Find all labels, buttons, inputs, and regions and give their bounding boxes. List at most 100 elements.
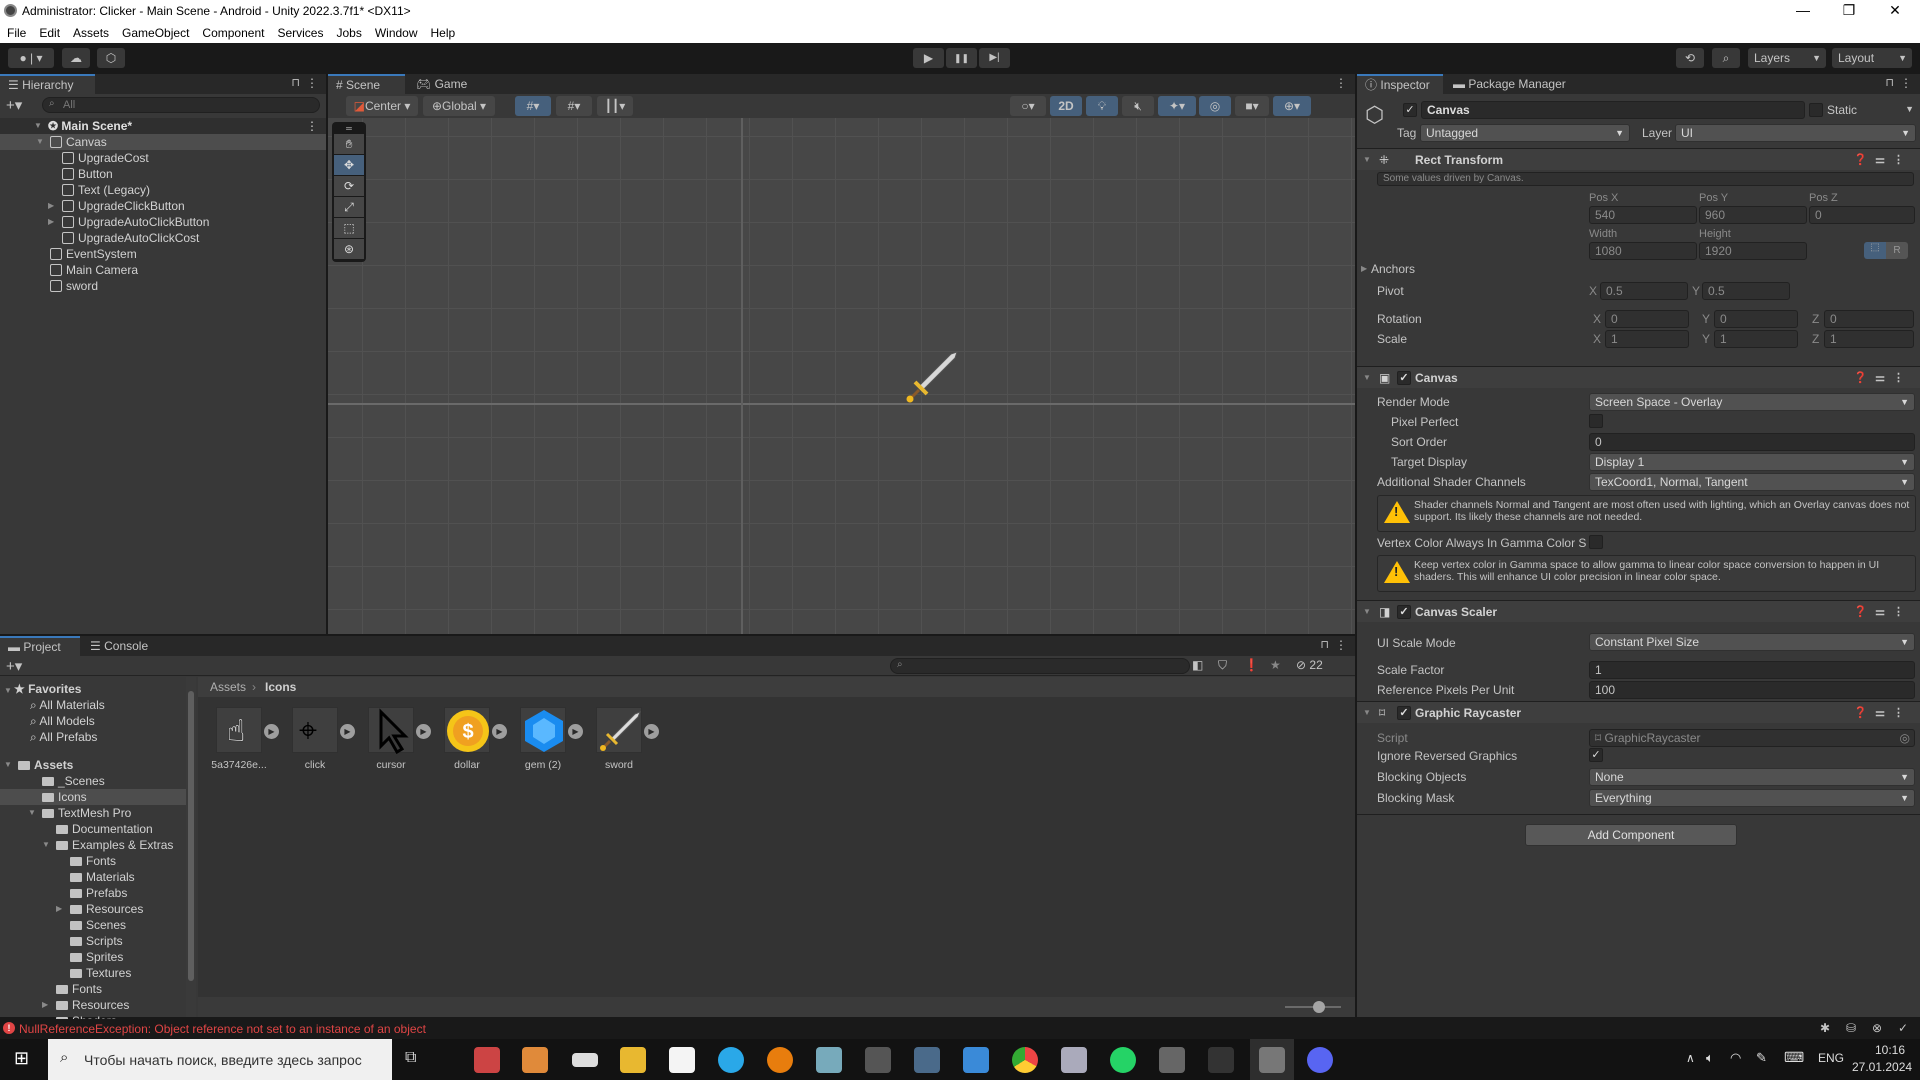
menu-edit[interactable]: Edit xyxy=(32,22,66,40)
canvas-enabled-checkbox[interactable]: ✓ xyxy=(1397,371,1411,385)
blocking-mask-dropdown[interactable]: Everything ▼ xyxy=(1589,789,1915,807)
tab-scene[interactable]: # Scene xyxy=(328,74,405,94)
rotation-y-field[interactable]: 0 xyxy=(1714,310,1798,328)
windows-start-icon[interactable]: ⊞ xyxy=(14,1048,29,1069)
asset-item[interactable]: ▶ cursor xyxy=(362,707,431,771)
object-name-input[interactable]: Canvas xyxy=(1421,101,1805,119)
calculator-icon[interactable] xyxy=(914,1047,940,1073)
play-button[interactable]: ▶ xyxy=(913,48,944,68)
blender-icon[interactable] xyxy=(767,1047,793,1073)
effects-dropdown[interactable]: ✦▾ xyxy=(1158,96,1196,116)
scene-row[interactable]: ▼ ✪ Main Scene* ⋮ xyxy=(0,118,326,134)
shader-channels-dropdown[interactable]: TexCoord1, Normal, Tangent ▼ xyxy=(1589,473,1915,491)
project-search-input[interactable]: ⌕ xyxy=(890,658,1190,674)
canvas-component-header[interactable]: ▼ ▣ ✓ Canvas ❓⚌⋮ xyxy=(1357,366,1920,388)
height-field[interactable]: 1920 xyxy=(1699,242,1807,260)
pos-z-field[interactable]: 0 xyxy=(1809,206,1915,224)
object-picker-icon[interactable]: ◎ xyxy=(1900,730,1910,746)
scale-factor-field[interactable]: 1 xyxy=(1589,661,1915,679)
asset-item[interactable]: ▶ gem (2) xyxy=(514,707,583,771)
asset-item[interactable]: ☝︎ ▶ 5a37426e... xyxy=(210,707,279,771)
expand-arrow-icon[interactable]: ▼ xyxy=(4,757,14,773)
account-button[interactable]: ● | ▾ xyxy=(8,48,54,68)
transform-tool-button[interactable]: ⊛ xyxy=(334,239,364,259)
maximize-button[interactable]: ❐ xyxy=(1826,0,1872,22)
notepad-icon[interactable] xyxy=(816,1047,842,1073)
pause-button[interactable]: ❚❚ xyxy=(946,48,977,68)
expand-sprite-button[interactable]: ▶ xyxy=(340,724,355,739)
folder-tree-item[interactable]: Documentation xyxy=(0,821,186,837)
cloud-button[interactable]: ☁ xyxy=(62,48,90,68)
collab-button[interactable]: ⬡ xyxy=(97,48,125,68)
expand-arrow-icon[interactable]: ▶ xyxy=(48,198,58,214)
menu-component[interactable]: Component xyxy=(195,22,270,40)
menu-jobs[interactable]: Jobs xyxy=(329,22,367,40)
draw-mode-dropdown[interactable]: ○▾ xyxy=(1010,96,1046,116)
ruler-dropdown[interactable]: ┃┃▾ xyxy=(597,96,633,116)
microsoft-store-icon[interactable] xyxy=(669,1047,695,1073)
sort-order-field[interactable]: 0 xyxy=(1589,433,1915,451)
layer-dropdown[interactable]: UI ▼ xyxy=(1675,124,1916,142)
reference-ppu-field[interactable]: 100 xyxy=(1589,681,1915,699)
search-by-type-icon[interactable]: ◧ xyxy=(1192,658,1203,672)
cache-server-icon[interactable]: ⛁ xyxy=(1846,1021,1856,1035)
pen-icon[interactable]: ✎ xyxy=(1756,1050,1767,1066)
snap-increment-dropdown[interactable]: #▾ xyxy=(556,96,592,116)
gizmos-dropdown[interactable]: ⊕▾ xyxy=(1273,96,1311,116)
raycaster-enabled-checkbox[interactable]: ✓ xyxy=(1397,706,1411,720)
tab-package-manager[interactable]: ▬ Package Manager xyxy=(1445,74,1574,94)
snipping-tool-icon[interactable] xyxy=(474,1047,500,1073)
pivot-x-field[interactable]: 0.5 xyxy=(1600,282,1688,300)
folder-tree-item[interactable]: ▶ Resources xyxy=(0,997,186,1013)
hierarchy-item[interactable]: ▼ Canvas xyxy=(0,134,326,150)
asset-item[interactable]: ⌖ ▶ click xyxy=(286,707,355,771)
expand-sprite-button[interactable]: ▶ xyxy=(568,724,583,739)
log-types-icon[interactable]: ❗ xyxy=(1244,658,1259,672)
component-header-icons[interactable]: ❓⚌⋮ xyxy=(1853,702,1912,724)
anchors-foldout-icon[interactable]: ▶ xyxy=(1361,264,1367,273)
graphic-raycaster-header[interactable]: ▼ ⌑ ✓ Graphic Raycaster ❓⚌⋮ xyxy=(1357,701,1920,723)
rotation-x-field[interactable]: 0 xyxy=(1605,310,1689,328)
progress-icon[interactable]: ⊗ xyxy=(1872,1021,1882,1035)
scale-x-field[interactable]: 1 xyxy=(1605,330,1689,348)
expand-arrow-icon[interactable]: ▼ xyxy=(34,118,44,134)
folder-tree-item[interactable]: Fonts xyxy=(0,981,186,997)
breadcrumb-assets[interactable]: Assets xyxy=(210,680,246,694)
folder-tree-item[interactable]: Scenes xyxy=(0,917,186,933)
tab-inspector[interactable]: ⓘ Inspector xyxy=(1357,74,1443,94)
scale-z-field[interactable]: 1 xyxy=(1824,330,1914,348)
expand-arrow-icon[interactable]: ▼ xyxy=(36,134,46,150)
audio-toggle[interactable]: 🔇︎ xyxy=(1122,96,1154,116)
hierarchy-item[interactable]: Button xyxy=(0,166,326,182)
expand-sprite-button[interactable]: ▶ xyxy=(492,724,507,739)
scale-tool-button[interactable]: ⤢ xyxy=(334,197,364,217)
folder-tree-item[interactable]: ▼ Assets xyxy=(0,757,186,773)
expand-arrow-icon[interactable]: ▶ xyxy=(56,901,66,917)
folder-tree-item[interactable]: ▼ Examples & Extras xyxy=(0,837,186,853)
folder-tree-item[interactable]: _Scenes xyxy=(0,773,186,789)
target-display-dropdown[interactable]: Display 1 ▼ xyxy=(1589,453,1915,471)
pos-x-field[interactable]: 540 xyxy=(1589,206,1697,224)
lock-icon[interactable]: ⊓ xyxy=(1320,638,1329,651)
favorite-search-item[interactable]: ⌕ All Prefabs xyxy=(30,729,97,745)
folder-tree-item[interactable]: Sprites xyxy=(0,949,186,965)
menu-gameobject[interactable]: GameObject xyxy=(115,22,195,40)
folder-tree-item[interactable]: Scripts xyxy=(0,933,186,949)
asset-item[interactable]: $ ▶ dollar xyxy=(438,707,507,771)
hierarchy-item[interactable]: ▶ UpgradeAutoClickButton xyxy=(0,214,326,230)
layout-dropdown[interactable]: Layout ▼ xyxy=(1832,48,1912,68)
menu-file[interactable]: File xyxy=(0,22,32,40)
scrollbar-thumb[interactable] xyxy=(188,691,194,981)
tree-scrollbar[interactable] xyxy=(186,677,196,1017)
discord-icon[interactable] xyxy=(1307,1047,1333,1073)
expand-arrow-icon[interactable]: ▶ xyxy=(48,214,58,230)
hierarchy-item[interactable]: sword xyxy=(0,278,326,294)
tag-dropdown[interactable]: Untagged ▼ xyxy=(1420,124,1630,142)
search-button[interactable]: ⌕ xyxy=(1712,48,1740,68)
close-button[interactable]: ✕ xyxy=(1872,0,1918,22)
foldout-arrow-icon[interactable]: ▼ xyxy=(1363,601,1371,623)
hierarchy-item[interactable]: UpgradeAutoClickCost xyxy=(0,230,326,246)
hidden-objects-toggle[interactable]: ◎ xyxy=(1199,96,1231,116)
component-header-icons[interactable]: ❓⚌⋮ xyxy=(1853,601,1912,623)
more-options-icon[interactable]: ⋮ xyxy=(1335,76,1347,90)
